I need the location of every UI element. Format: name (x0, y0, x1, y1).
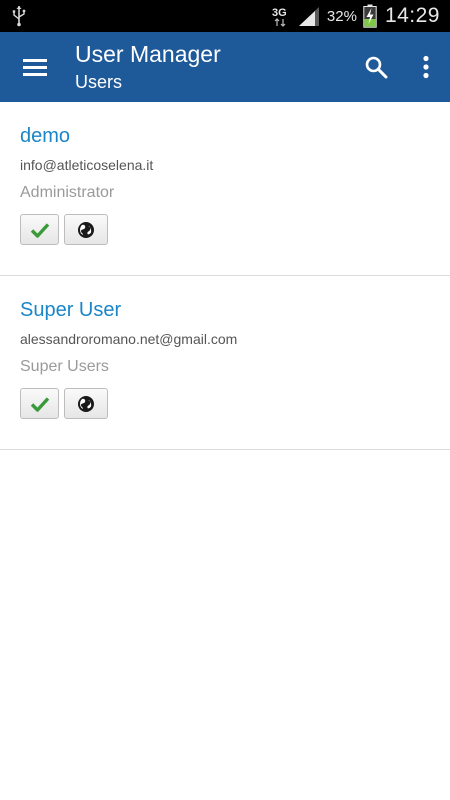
activate-user-button[interactable] (20, 214, 59, 245)
clock: 14:29 (384, 4, 440, 27)
hamburger-menu-icon (23, 59, 47, 76)
network-3g-icon: 3G (272, 7, 287, 27)
user-list: demo info@atleticoselena.it Administrato… (0, 102, 450, 450)
check-icon (30, 396, 49, 412)
user-email: alessandroromano.net@gmail.com (20, 331, 238, 347)
user-site-button[interactable] (64, 214, 108, 245)
search-button[interactable] (350, 32, 402, 102)
toolbar-titles: User Manager Users (70, 40, 350, 94)
globe-icon (78, 221, 94, 238)
user-site-button[interactable] (64, 388, 108, 419)
user-email: info@atleticoselena.it (20, 157, 154, 173)
user-actions (20, 214, 430, 245)
user-group: Super Users (20, 358, 109, 375)
user-group: Administrator (20, 184, 115, 201)
user-name-link[interactable]: demo (20, 124, 430, 148)
usb-icon (12, 6, 26, 27)
user-name-link[interactable]: Super User (20, 298, 430, 322)
overflow-menu-button[interactable] (402, 32, 450, 102)
signal-strength-icon (298, 7, 319, 26)
app-subtitle: Users (75, 72, 123, 92)
search-icon (365, 56, 388, 79)
user-list-item[interactable]: Super User alessandroromano.net@gmail.co… (0, 276, 450, 450)
globe-icon (78, 395, 94, 412)
svg-text:3G: 3G (272, 7, 287, 19)
navigation-drawer-button[interactable] (0, 32, 70, 102)
check-icon (30, 222, 49, 238)
battery-percentage: 32% (326, 7, 357, 25)
battery-charging-icon (363, 4, 377, 28)
overflow-menu-icon (423, 55, 429, 79)
user-list-item[interactable]: demo info@atleticoselena.it Administrato… (0, 102, 450, 276)
activate-user-button[interactable] (20, 388, 59, 419)
app-title: User Manager (75, 41, 221, 67)
status-bar: 3G 32% 14:29 (0, 0, 450, 32)
app-toolbar: User Manager Users (0, 32, 450, 102)
user-actions (20, 388, 430, 419)
